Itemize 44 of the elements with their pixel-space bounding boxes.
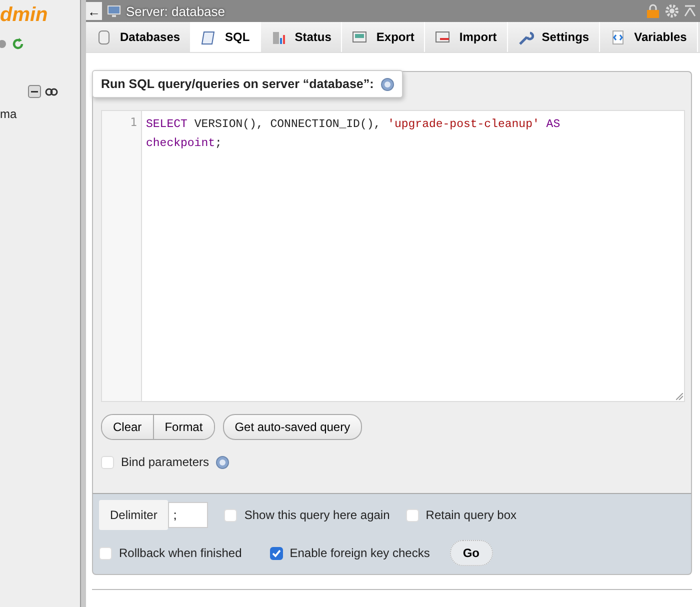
checkbox-label: Retain query box bbox=[426, 508, 517, 522]
wrench-icon bbox=[518, 30, 534, 44]
checkbox-label: Show this query here again bbox=[244, 508, 390, 522]
nav-tab[interactable]: Settings bbox=[508, 22, 600, 52]
nav-tab[interactable]: Databases bbox=[86, 22, 192, 52]
tree-item[interactable]: ma bbox=[0, 107, 80, 121]
nav-tab[interactable]: Status bbox=[260, 22, 342, 52]
checkbox[interactable] bbox=[270, 546, 283, 560]
checkbox-label: Enable foreign key checks bbox=[290, 546, 430, 560]
sql-editor[interactable]: 1 SELECT VERSION(), CONNECTION_ID(), 'upgrade-post-cleanup' AS checkpoint; bbox=[101, 110, 685, 402]
lock-icon[interactable] bbox=[646, 4, 660, 18]
help-icon[interactable] bbox=[380, 78, 394, 90]
logo-text: dmin bbox=[0, 3, 49, 28]
go-button[interactable]: Go bbox=[450, 540, 493, 566]
collapse-icon[interactable] bbox=[28, 85, 41, 98]
nav-tab[interactable]: Import bbox=[425, 22, 508, 52]
nav-tab[interactable]: Variables bbox=[600, 22, 698, 52]
link-icon[interactable] bbox=[45, 88, 58, 96]
delimiter-label: Delimiter bbox=[99, 500, 168, 530]
collapse-top-icon[interactable] bbox=[684, 5, 696, 17]
auto-saved-query-button[interactable]: Get auto-saved query bbox=[222, 414, 362, 440]
settings-icon[interactable] bbox=[665, 4, 679, 18]
editor-button[interactable]: Format bbox=[152, 415, 214, 439]
document-icon bbox=[201, 30, 218, 44]
sql-code: SELECT VERSION(), CONNECTION_ID(), 'upgrade-post-cleanup' AS checkpoint; bbox=[146, 118, 562, 150]
resize-handle-icon[interactable] bbox=[676, 393, 683, 400]
back-button[interactable]: ← bbox=[86, 2, 102, 20]
help-icon[interactable] bbox=[216, 456, 230, 468]
document-icon bbox=[610, 30, 626, 44]
reload-icon[interactable] bbox=[12, 38, 24, 50]
checkbox-label: Bind parameters bbox=[121, 455, 210, 469]
breadcrumb-title[interactable]: Server: database bbox=[126, 4, 226, 18]
database-icon bbox=[96, 30, 112, 44]
window-icon bbox=[435, 30, 452, 44]
editor-button[interactable]: Clear bbox=[102, 415, 153, 439]
line-number: 1 bbox=[130, 115, 137, 129]
nav-tab[interactable]: SQL bbox=[191, 22, 261, 52]
delimiter-field[interactable]: ; bbox=[168, 502, 208, 528]
server-icon bbox=[107, 4, 121, 18]
checkbox-label: Rollback when finished bbox=[119, 546, 242, 560]
nav-tab[interactable]: Export bbox=[342, 22, 426, 52]
bar-chart-icon bbox=[270, 30, 287, 44]
window-icon bbox=[352, 30, 368, 44]
panel-title: Run SQL query/queries on server “database”: bbox=[101, 77, 374, 91]
